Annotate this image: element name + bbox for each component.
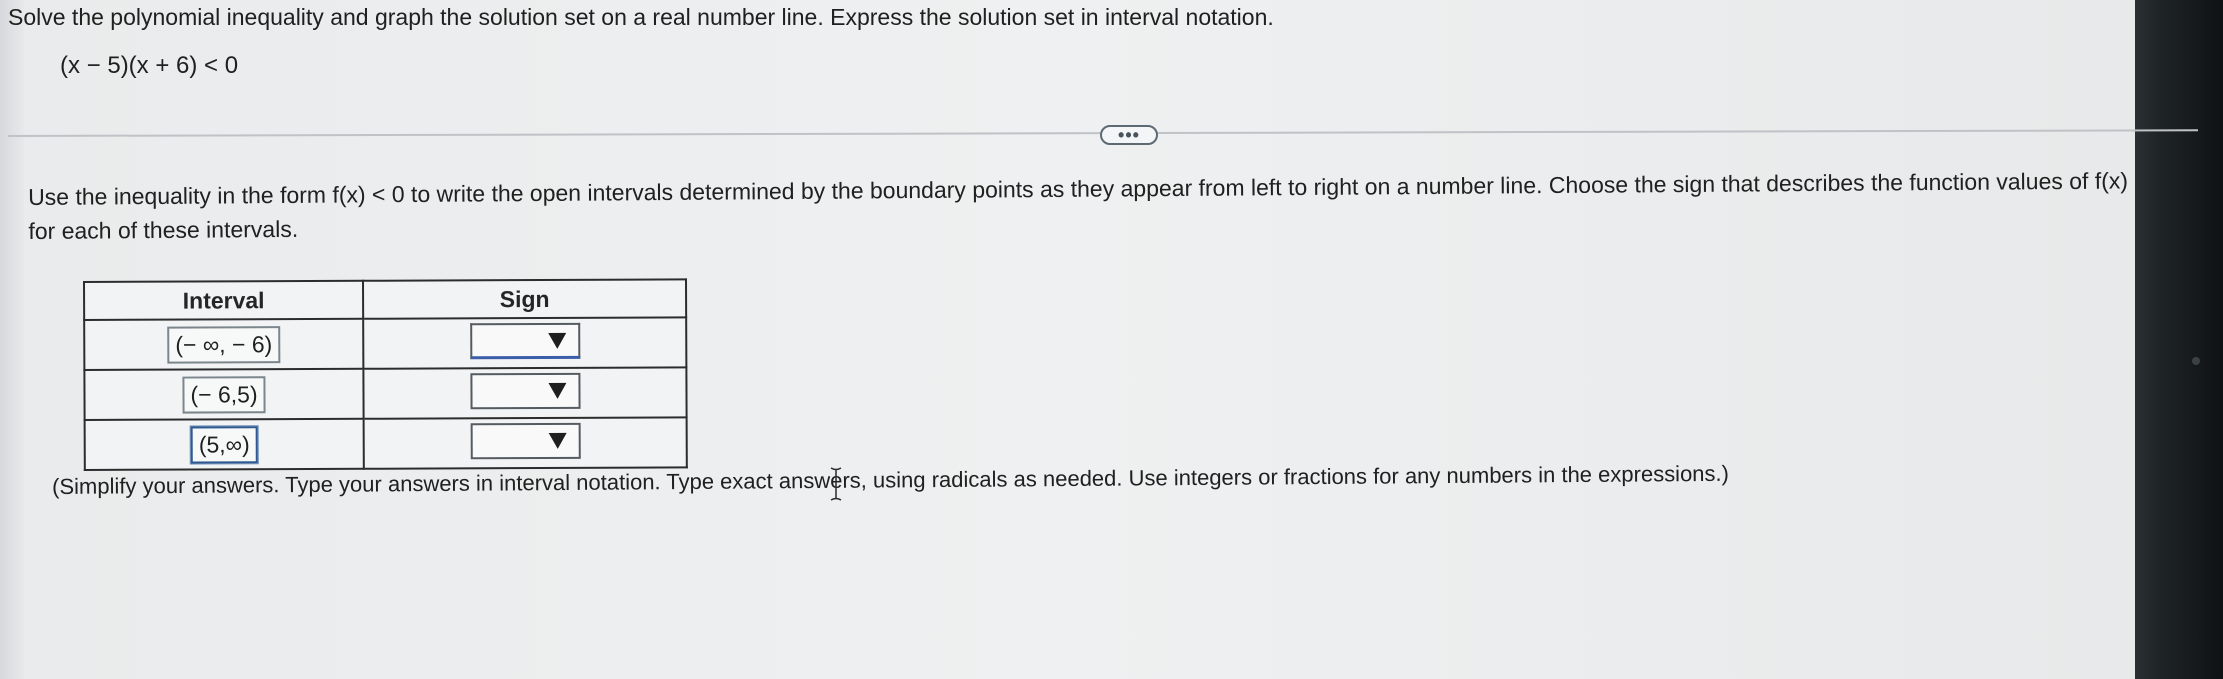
bezel-indicator: [2192, 357, 2200, 365]
text-cursor-icon: [830, 467, 842, 501]
table-row: (− 6,5): [84, 367, 687, 420]
interval-column-header: Interval: [84, 280, 364, 320]
interval-cell: (5,∞): [84, 418, 364, 470]
inequality-equation: (x − 5)(x + 6) < 0: [60, 52, 239, 79]
chevron-down-icon: [547, 332, 566, 349]
interval-sign-table: Interval Sign (− ∞, − 6) (− 6,5) (5,∞): [83, 278, 688, 471]
interval-input-3[interactable]: (5,∞): [190, 425, 258, 464]
interval-input-1[interactable]: (− ∞, − 6): [167, 325, 281, 364]
screen-left-edge: [0, 0, 24, 679]
chevron-down-icon: [547, 382, 567, 399]
problem-statement: Solve the polynomial inequality and grap…: [8, 4, 1274, 30]
interval-input-2[interactable]: (− 6,5): [182, 375, 266, 414]
sign-column-header: Sign: [363, 279, 687, 319]
interval-sign-table-container: Interval Sign (− ∞, − 6) (− 6,5) (5,∞): [83, 278, 688, 471]
sign-dropdown-1[interactable]: [469, 322, 580, 359]
sign-cell: [363, 417, 687, 469]
table-row: (− ∞, − 6): [84, 317, 687, 370]
interval-cell: (− 6,5): [84, 368, 364, 420]
sign-dropdown-3[interactable]: [470, 422, 581, 459]
sign-cell: [363, 317, 687, 369]
expand-more-button[interactable]: •••: [1100, 125, 1158, 145]
table-row: (5,∞): [84, 417, 687, 470]
interval-cell: (− ∞, − 6): [84, 318, 364, 370]
monitor-bezel: [2135, 0, 2223, 679]
table-header-row: Interval Sign: [84, 279, 687, 320]
sign-cell: [363, 367, 687, 419]
sign-dropdown-2[interactable]: [469, 372, 581, 409]
chevron-down-icon: [548, 432, 567, 449]
